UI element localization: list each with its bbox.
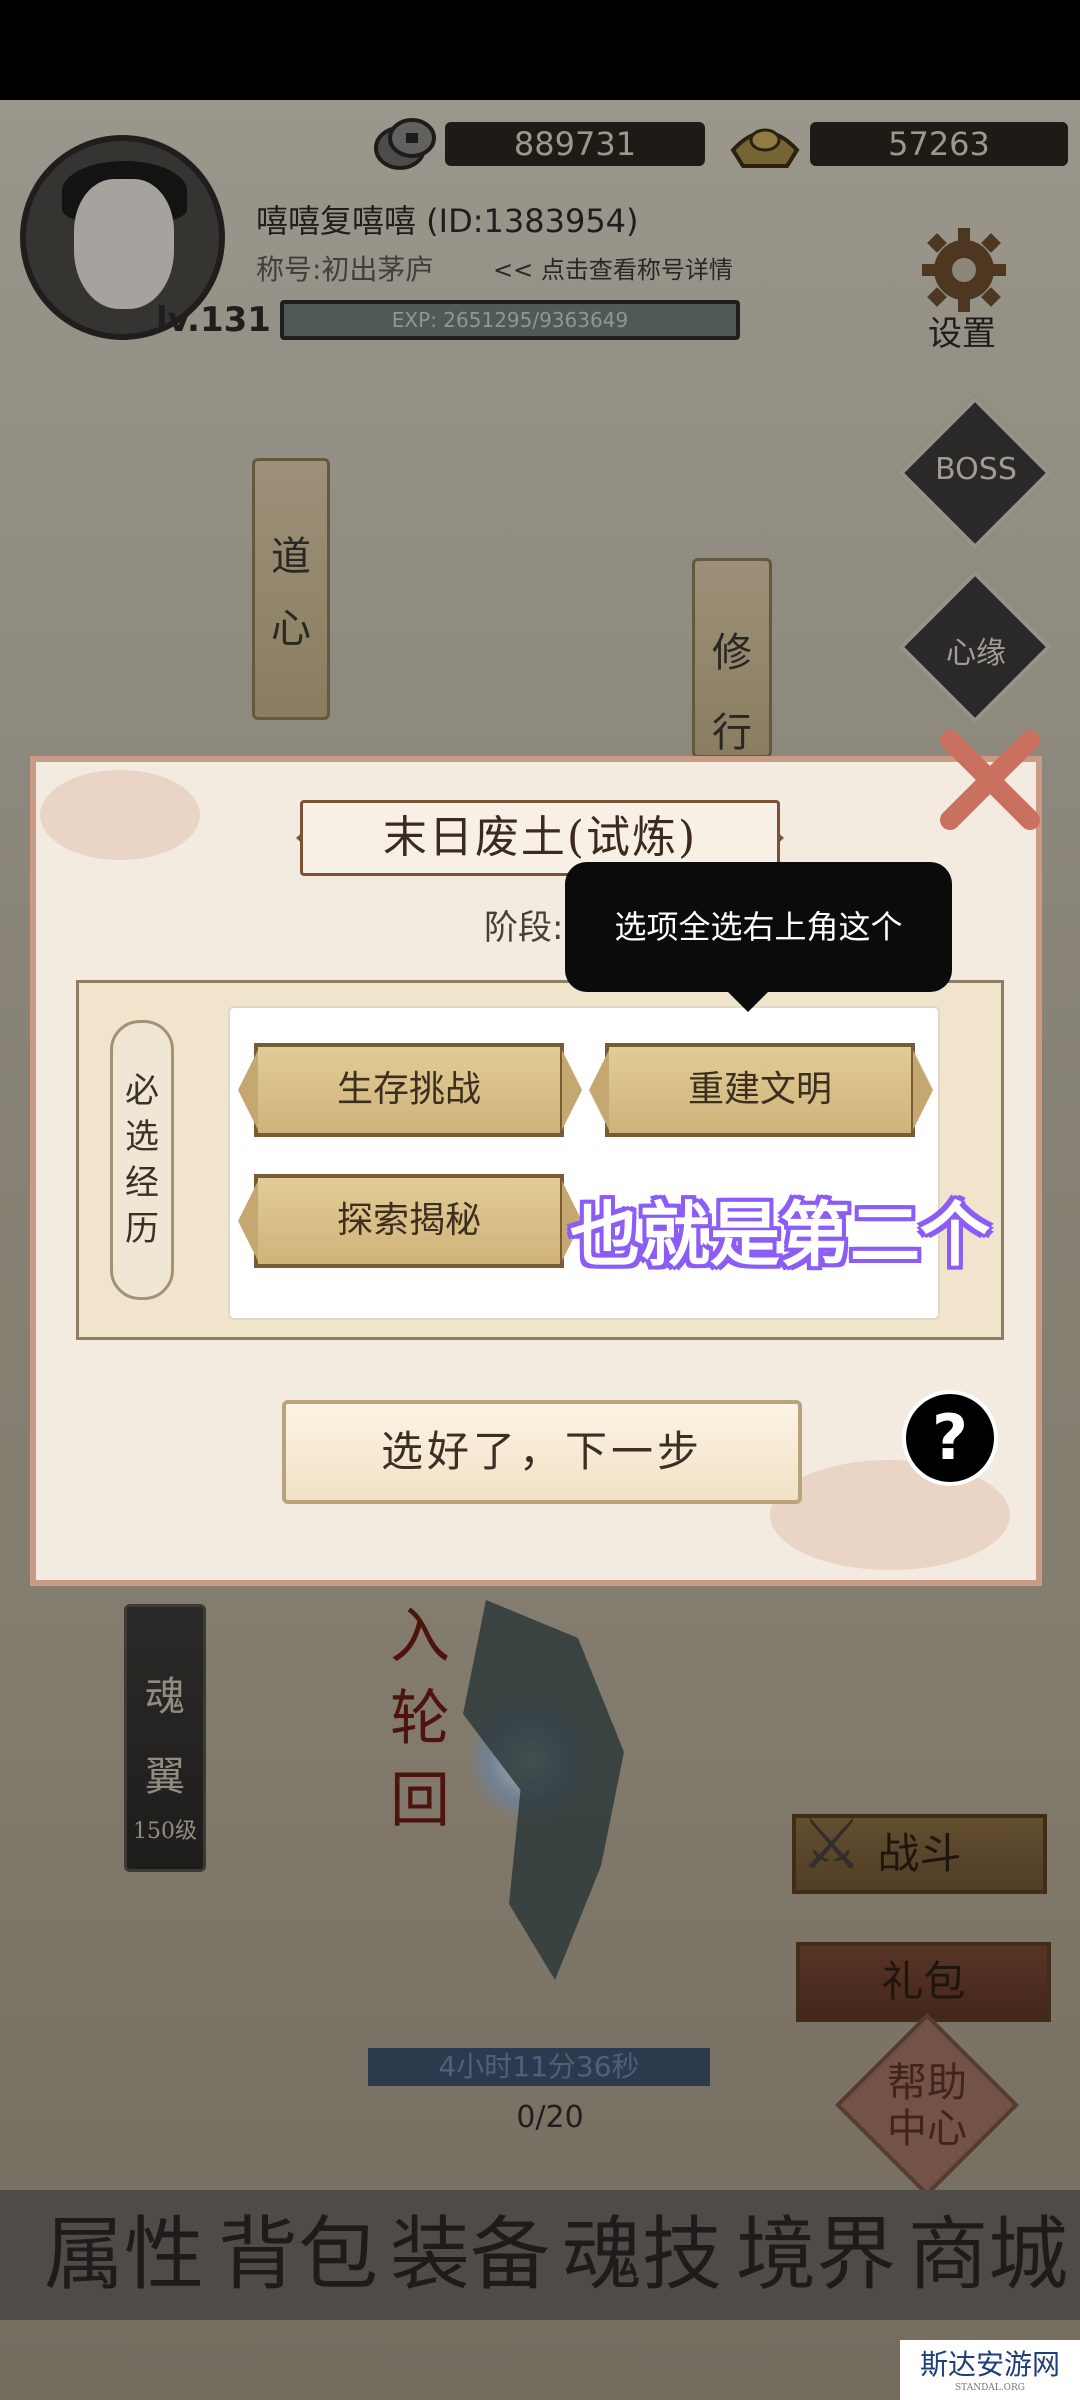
option-1-right-tip — [562, 1050, 582, 1130]
required-experience-label: 必 选 经 历 — [110, 1020, 174, 1300]
caption-text: 也就是第二个 — [570, 1194, 990, 1276]
next-step-button[interactable]: 选好了，下一步 — [282, 1400, 802, 1504]
instruction-tooltip: 选项全选右上角这个 — [565, 862, 952, 992]
watermark-text: 斯达安游网 — [919, 2348, 1060, 2381]
option-3-left-tip — [238, 1181, 258, 1261]
required-char-2: 选 — [125, 1117, 159, 1157]
required-char-3: 经 — [125, 1163, 159, 1203]
option-rebuild-civilization[interactable]: 重建文明 — [605, 1043, 915, 1137]
option-explore-mysteries[interactable]: 探索揭秘 — [254, 1174, 564, 1268]
site-watermark: 斯达安游网 STANDAL.ORG — [900, 2340, 1080, 2400]
close-icon[interactable] — [930, 720, 1050, 840]
option-1-left-tip — [238, 1050, 258, 1130]
help-icon[interactable]: ? — [902, 1390, 998, 1486]
option-2-right-tip — [913, 1050, 933, 1130]
required-char-1: 必 — [125, 1071, 159, 1111]
required-char-4: 历 — [125, 1209, 159, 1249]
option-survival-challenge[interactable]: 生存挑战 — [254, 1043, 564, 1137]
option-2-left-tip — [589, 1050, 609, 1130]
watermark-subtext: STANDAL.ORG — [955, 2383, 1025, 2393]
status-bar — [0, 0, 1080, 100]
cloud-decoration-top — [40, 770, 200, 860]
tooltip-pointer — [726, 990, 770, 1012]
stage-label: 阶段: — [484, 908, 564, 948]
